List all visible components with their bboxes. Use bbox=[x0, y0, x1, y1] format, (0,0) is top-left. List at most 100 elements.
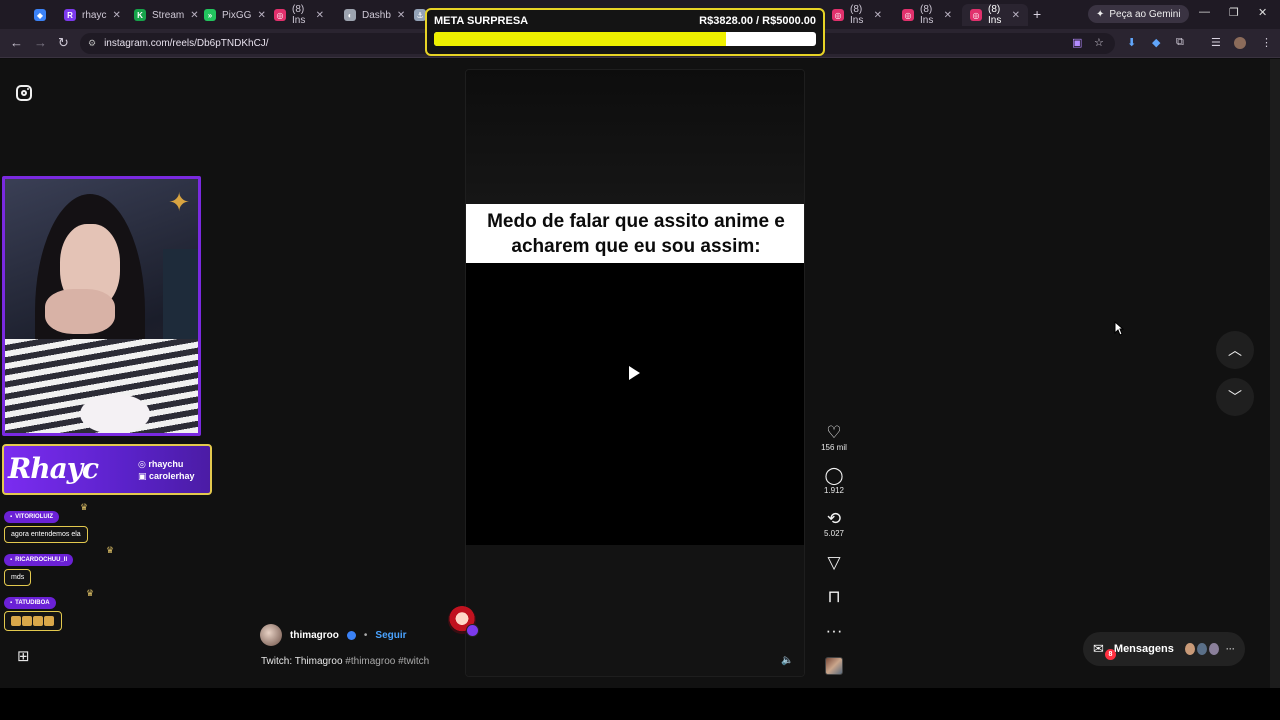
chat-username: ▪ RICARDOCHUU_II bbox=[4, 554, 74, 566]
screen: ◆ R rhayc ✕ K Stream ✕ » PixGG ✕ ◎ (8) I… bbox=[0, 0, 1280, 720]
tab-favicon-icon: ◆ bbox=[34, 9, 46, 21]
download-icon[interactable]: ⬇ bbox=[1127, 36, 1136, 49]
minimize-icon[interactable]: — bbox=[1199, 6, 1210, 18]
tab-dashboard[interactable]: ◐ Dashb ✕ bbox=[336, 4, 405, 26]
messages-button[interactable]: ✉ 8 Mensagens ··· bbox=[1083, 632, 1245, 666]
repost-action[interactable]: ⟲ 5.027 bbox=[814, 510, 854, 539]
heart-icon[interactable]: ♡ bbox=[814, 424, 854, 442]
instagram-logo-icon[interactable] bbox=[16, 85, 32, 101]
site-info-icon[interactable]: ⚙ bbox=[88, 38, 96, 49]
more-icon[interactable]: ··· bbox=[814, 622, 854, 640]
emote-icon bbox=[44, 616, 54, 626]
tab-pixgg[interactable]: » PixGG ✕ bbox=[196, 4, 266, 26]
tab-label: (8) Ins bbox=[292, 4, 306, 26]
gemini-button[interactable]: ✦ Peça ao Gemini bbox=[1088, 5, 1189, 23]
tab-rhaychu[interactable]: R rhayc ✕ bbox=[56, 4, 122, 26]
messages-badge: 8 bbox=[1105, 649, 1116, 660]
tab-close-icon[interactable]: ✕ bbox=[874, 10, 882, 21]
webcam-feed: ✦ bbox=[2, 176, 201, 436]
play-icon[interactable] bbox=[629, 366, 640, 380]
like-action[interactable]: ♡ 156 mil bbox=[814, 424, 854, 453]
reel-bottom-area bbox=[466, 545, 804, 676]
gemini-label: Peça ao Gemini bbox=[1109, 8, 1181, 20]
browser-menu-icon[interactable]: ⋮ bbox=[1261, 36, 1272, 49]
send-icon[interactable]: ▽ bbox=[814, 554, 854, 572]
creator-row: thimagroo • Seguir bbox=[260, 624, 407, 646]
mouse-cursor-icon bbox=[1114, 321, 1124, 336]
extension-diamond-icon[interactable]: ◆ bbox=[1152, 36, 1160, 49]
new-tab-button[interactable]: + bbox=[1033, 6, 1041, 22]
twitch-favicon-icon: R bbox=[64, 9, 76, 21]
reading-list-icon[interactable]: ☰ bbox=[1211, 36, 1221, 49]
chat-emotes bbox=[4, 611, 62, 631]
tab-close-icon[interactable]: ✕ bbox=[397, 10, 405, 21]
tab-close-icon[interactable]: ✕ bbox=[944, 10, 952, 21]
donation-goal-widget: META SURPRESA R$3828.00 / R$5000.00 bbox=[425, 8, 825, 56]
page-scrollbar[interactable] bbox=[1270, 59, 1280, 688]
previous-reel-button[interactable]: ︿ bbox=[1216, 331, 1254, 369]
verified-badge-icon bbox=[346, 630, 356, 640]
tab-instagram-1[interactable]: ◎ (8) Ins ✕ bbox=[266, 4, 332, 26]
creator-name[interactable]: thimagroo bbox=[290, 630, 339, 641]
tab-close-icon[interactable]: ✕ bbox=[112, 10, 120, 21]
gaming-chair bbox=[163, 249, 198, 339]
tab-label: rhayc bbox=[82, 9, 107, 21]
tab-instagram-3[interactable]: ◎ (8) Ins ✕ bbox=[894, 4, 960, 26]
goal-header: META SURPRESA R$3828.00 / R$5000.00 bbox=[434, 15, 816, 27]
forward-arrow-icon[interactable]: → bbox=[34, 35, 47, 50]
restore-icon[interactable]: ❐ bbox=[1229, 6, 1239, 19]
reel-video[interactable] bbox=[466, 263, 804, 545]
crown-icon: ♛ bbox=[106, 545, 115, 555]
tab-stream[interactable]: K Stream ✕ bbox=[126, 4, 199, 26]
chat-username: ▪ TATUDIBOA bbox=[4, 597, 56, 609]
tab-pinned[interactable]: ◆ bbox=[26, 4, 52, 26]
bookmark-icon[interactable]: ⊓ bbox=[814, 588, 854, 606]
creator-avatar[interactable] bbox=[260, 624, 282, 646]
close-window-icon[interactable]: ✕ bbox=[1258, 6, 1267, 19]
chat-badge-icon: ▪ bbox=[10, 557, 13, 563]
tab-close-icon[interactable]: ✕ bbox=[257, 10, 265, 21]
cast-icon[interactable]: ▣ bbox=[1072, 36, 1082, 49]
comment-action[interactable]: ◯ 1.912 bbox=[814, 467, 854, 496]
tab-instagram-active[interactable]: ◎ (8) Ins ✕ bbox=[962, 4, 1028, 26]
extensions-puzzle-icon[interactable]: ⧉ bbox=[1176, 36, 1184, 49]
social-small-icon: ▣ bbox=[138, 471, 147, 481]
messages-icon: ✉ bbox=[1093, 641, 1104, 656]
comment-icon[interactable]: ◯ bbox=[814, 467, 854, 485]
chat-username: ▪ VITORIOLUIZ bbox=[4, 511, 60, 523]
volume-icon[interactable]: 🔈 bbox=[781, 655, 793, 666]
chat-badge-icon: ▪ bbox=[10, 600, 13, 606]
comment-count: 1.912 bbox=[823, 486, 845, 495]
repost-count: 5.027 bbox=[823, 529, 845, 538]
kick-favicon-icon: K bbox=[134, 9, 146, 21]
save-action[interactable]: ⊓ bbox=[814, 588, 854, 606]
audio-thumbnail[interactable] bbox=[825, 657, 843, 675]
social-handle-other: ▣ carolerhay bbox=[138, 471, 195, 481]
social-handle-instagram: ◎ rhaychu bbox=[138, 459, 184, 469]
tab-instagram-2[interactable]: ◎ (8) Ins ✕ bbox=[824, 4, 890, 26]
reel-caption: Medo de falar que assito anime e acharem… bbox=[466, 204, 804, 263]
tab-close-icon[interactable]: ✕ bbox=[1012, 10, 1020, 21]
message-avatar bbox=[1183, 642, 1196, 656]
back-arrow-icon[interactable]: ← bbox=[10, 35, 23, 50]
profile-avatar[interactable] bbox=[1234, 37, 1246, 49]
instagram-favicon-icon: ◎ bbox=[970, 9, 982, 21]
reel-player[interactable]: Medo de falar que assito anime e acharem… bbox=[465, 69, 805, 677]
tab-label: (8) Ins bbox=[850, 4, 864, 26]
description-text: Twitch: Thimagroo bbox=[261, 656, 343, 667]
emote-icon bbox=[33, 616, 43, 626]
brand-logo: Rhayc bbox=[8, 452, 99, 485]
next-reel-button[interactable]: ﹀ bbox=[1216, 378, 1254, 416]
share-action[interactable]: ▽ bbox=[814, 554, 854, 572]
tab-close-icon[interactable]: ✕ bbox=[316, 10, 324, 21]
chevron-up-icon: ︿ bbox=[1228, 342, 1242, 358]
follow-button[interactable]: Seguir bbox=[375, 630, 406, 641]
more-options-action[interactable]: ··· bbox=[814, 622, 854, 640]
goal-amount: R$3828.00 / R$5000.00 bbox=[699, 15, 816, 27]
more-apps-icon[interactable]: ⊞ bbox=[17, 647, 30, 665]
bookmark-star-icon[interactable]: ☆ bbox=[1094, 36, 1104, 49]
hashtags[interactable]: #thimagroo #twitch bbox=[345, 656, 429, 667]
repost-icon[interactable]: ⟲ bbox=[814, 510, 854, 528]
tab-anchor[interactable]: ⚓ bbox=[406, 4, 426, 26]
reload-icon[interactable]: ↻ bbox=[58, 35, 69, 51]
